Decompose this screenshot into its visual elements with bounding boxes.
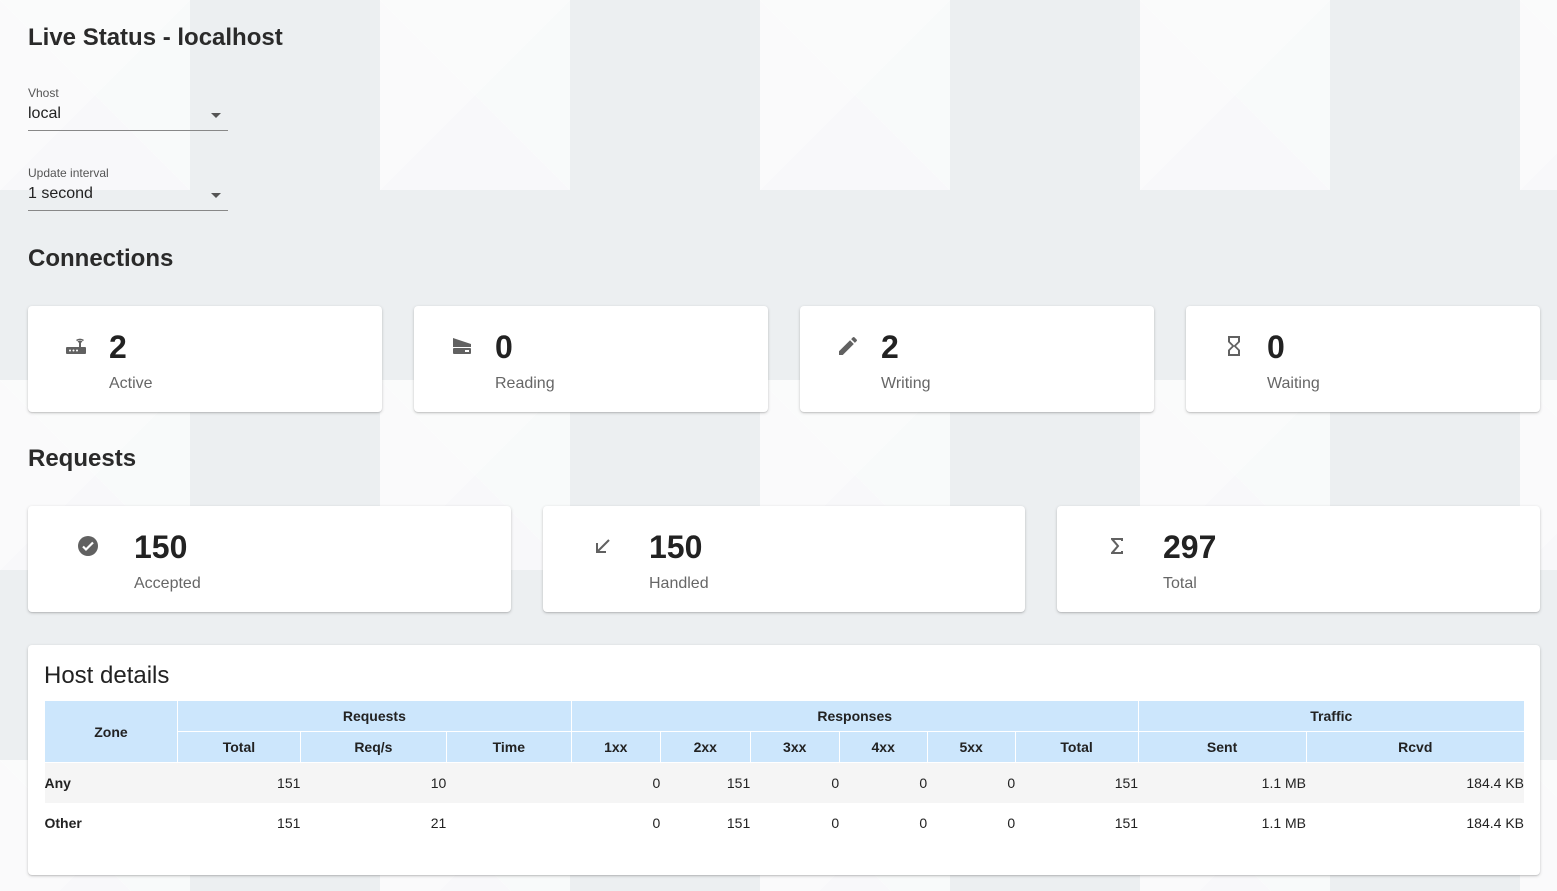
check-circle-icon: [78, 536, 98, 556]
active-connections-card: 2 Active: [28, 306, 382, 412]
column-header: Total: [176, 731, 301, 763]
host-details-table: Zone Requests Responses Traffic Total Re…: [44, 701, 1524, 843]
pencil-icon: [839, 336, 858, 355]
table-cell: 0: [927, 762, 1016, 803]
accepted-requests-card: 150 Accepted: [28, 506, 511, 612]
table-cell: 151: [660, 762, 751, 803]
table-cell: [446, 762, 572, 803]
update-interval-value: 1 second: [28, 185, 93, 202]
vhost-label: Vhost: [28, 86, 59, 100]
column-header: Req/s: [299, 731, 447, 763]
requests-title: Requests: [28, 445, 137, 472]
table-cell: 21: [430, 815, 447, 831]
waiting-connections-card: 0 Waiting: [1186, 306, 1540, 412]
stat-label: Total: [1163, 575, 1197, 592]
table-cell: 1.1 MB: [1138, 762, 1307, 803]
table-cell: 0: [919, 815, 928, 831]
stat-label: Active: [109, 375, 153, 392]
writing-connections-card: 2 Writing: [800, 306, 1154, 412]
router-icon: [66, 338, 86, 354]
table-cell: 0: [750, 762, 840, 803]
column-header: 4xx: [838, 731, 928, 763]
table-cell: 184.4 KB: [1306, 762, 1524, 803]
table-cell-zone: Any: [44, 762, 178, 803]
table-cell: 151: [1015, 762, 1139, 803]
table-cell: 1.1 MB: [1261, 815, 1307, 831]
table-cell: 0: [1007, 815, 1016, 831]
stat-value: 150: [134, 529, 188, 565]
handled-requests-card: 150 Handled: [543, 506, 1025, 612]
column-header: Time: [445, 731, 572, 763]
column-header: Rcvd: [1305, 731, 1524, 763]
column-header: 3xx: [749, 731, 840, 763]
host-details-card: Host details Zone Requests Responses Tra…: [28, 645, 1540, 875]
column-header: 5xx: [926, 731, 1016, 763]
table-cell: 151: [277, 815, 301, 831]
hourglass-icon: [1228, 336, 1240, 356]
table-row: Any 151 10 0 151 0 0 0 151 1.1 MB 184.4 …: [44, 762, 1524, 803]
connections-title: Connections: [28, 245, 174, 272]
arrow-down-left-icon: [596, 539, 610, 553]
update-interval-label: Update interval: [28, 166, 109, 180]
table-cell: 0: [839, 762, 928, 803]
table-cell-zone: Other: [44, 815, 82, 831]
stat-label: Waiting: [1267, 375, 1320, 392]
table-cell: 10: [300, 762, 447, 803]
stat-value: 2: [881, 329, 899, 365]
sigma-icon: [1111, 538, 1123, 554]
column-header: 2xx: [659, 731, 751, 763]
stat-value: 0: [1267, 329, 1285, 365]
stat-value: 150: [649, 529, 703, 565]
update-interval-select[interactable]: Update interval 1 second: [28, 166, 228, 211]
stat-label: Reading: [495, 375, 555, 392]
column-group-requests: Requests: [176, 701, 572, 732]
table-cell: 184.4 KB: [1466, 815, 1524, 831]
column-header: Sent: [1137, 731, 1307, 763]
chevron-down-icon: [211, 193, 221, 198]
stat-value: 2: [109, 329, 127, 365]
table-row: Other 151 21 0 151 0 0 0 151 1.1 MB 184.…: [45, 803, 1525, 843]
column-header: Total: [1014, 731, 1139, 763]
column-header-zone: Zone: [44, 701, 178, 763]
stat-label: Accepted: [134, 575, 201, 592]
table-cell: 151: [726, 815, 751, 831]
inbox-icon: [453, 338, 471, 354]
column-header: 1xx: [570, 731, 661, 763]
column-group-responses: Responses: [570, 701, 1139, 732]
stat-value: 297: [1163, 529, 1217, 565]
update-interval-dropdown[interactable]: 1 second: [28, 180, 228, 211]
stat-label: Writing: [881, 375, 931, 392]
table-cell: 0: [571, 762, 661, 803]
table-cell: 0: [652, 815, 661, 831]
table-cell: 0: [831, 815, 840, 831]
table-cell: 151: [177, 762, 301, 803]
column-group-traffic: Traffic: [1137, 701, 1524, 732]
reading-connections-card: 0 Reading: [414, 306, 768, 412]
stat-label: Handled: [649, 575, 709, 592]
chevron-down-icon: [211, 113, 221, 118]
vhost-select[interactable]: Vhost local: [28, 86, 228, 131]
total-requests-card: 297 Total: [1057, 506, 1540, 612]
page-title: Live Status - localhost: [28, 24, 283, 51]
table-cell: 151: [1114, 815, 1139, 831]
stat-value: 0: [495, 329, 513, 365]
vhost-dropdown[interactable]: local: [28, 100, 228, 131]
host-details-title: Host details: [44, 662, 170, 689]
table-cell: [446, 803, 571, 843]
vhost-value: local: [28, 105, 61, 122]
